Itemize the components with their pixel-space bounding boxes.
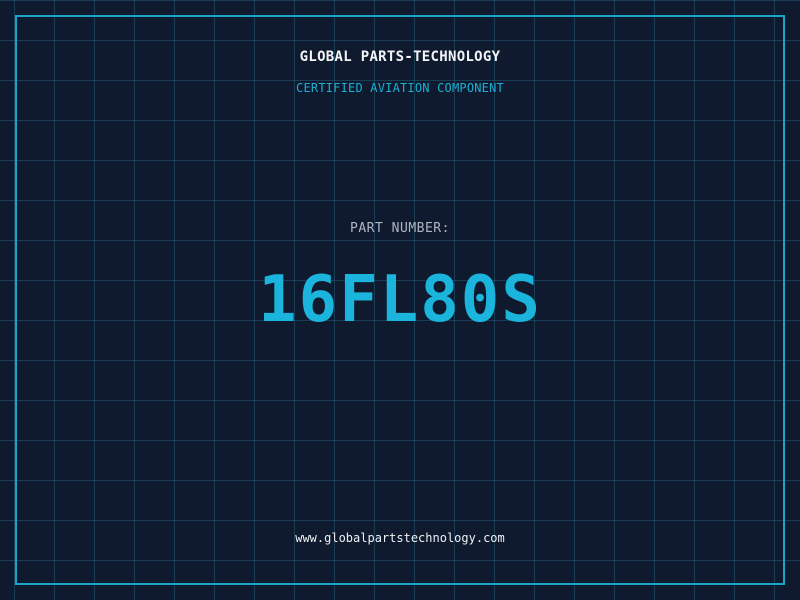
company-name: GLOBAL PARTS-TECHNOLOGY bbox=[299, 49, 501, 65]
part-number-label: PART NUMBER: bbox=[350, 221, 450, 236]
part-number-value: 16FL80S bbox=[258, 263, 542, 337]
certificate-card: GLOBAL PARTS-TECHNOLOGY CERTIFIED AVIATI… bbox=[0, 0, 800, 600]
certification-subtitle: CERTIFIED AVIATION COMPONENT bbox=[296, 81, 504, 95]
website-link[interactable]: www.globalpartstechnology.com bbox=[0, 531, 800, 545]
